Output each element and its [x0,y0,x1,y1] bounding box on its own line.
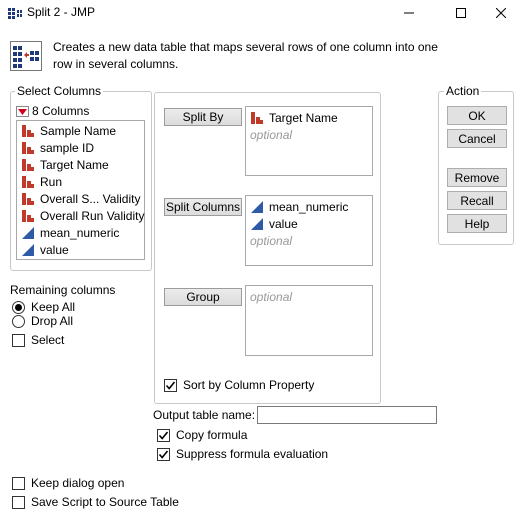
list-item[interactable]: Overall Run Validity [21,207,144,224]
radio-unselected[interactable] [12,314,25,328]
select-label: Select [31,333,65,347]
dialog-description: Creates a new data table that maps sever… [53,40,438,71]
role-item: Target Name [269,110,338,125]
role-item: mean_numeric [269,199,349,214]
split-columns-listbox[interactable]: mean_numeric value optional [245,195,373,266]
select-columns-legend: Select Columns [15,84,104,98]
keep-dialog-open-row[interactable]: Keep dialog open [12,476,124,490]
checkmark-icon [165,380,176,390]
list-item[interactable]: Sample Name [21,122,116,139]
select-checkbox[interactable] [12,333,25,347]
columns-count-toggle[interactable]: 8 Columns [16,104,89,118]
save-script-checkbox[interactable] [12,495,25,509]
keep-dialog-open-label: Keep dialog open [31,476,125,490]
list-item[interactable]: mean_numeric [21,224,119,241]
columns-listbox[interactable]: Sample Name sample ID Target Name Run Ov… [16,120,145,260]
column-name: Run [40,174,63,189]
jmp-split-icon [7,6,23,20]
recall-button[interactable]: Recall [447,191,507,210]
list-item[interactable]: value [250,215,298,232]
list-item[interactable]: Overall S... Validity [21,190,140,207]
column-name: Sample Name [40,123,117,138]
copy-formula-row[interactable]: Copy formula [157,428,247,442]
save-script-row[interactable]: Save Script to Source Table [12,495,179,509]
checkmark-icon [158,449,169,459]
save-script-label: Save Script to Source Table [31,495,179,509]
keep-all-label: Keep All [31,300,76,314]
nominal-column-icon [22,176,34,188]
nominal-column-icon [22,193,34,205]
drop-all-radio[interactable]: Drop All [12,314,73,328]
drop-all-label: Drop All [31,314,74,328]
close-icon [496,8,506,18]
radio-selected[interactable] [12,300,25,314]
column-name: value [40,242,69,257]
nominal-column-icon [22,159,34,171]
nominal-column-icon [22,142,34,154]
continuous-column-icon [251,201,263,213]
list-item[interactable]: Target Name [250,109,338,126]
close-button[interactable] [482,0,520,26]
keep-dialog-open-checkbox[interactable] [12,476,25,490]
split-columns-button[interactable]: Split Columns [164,198,242,216]
suppress-formula-label: Suppress formula evaluation [176,447,329,461]
action-legend: Action [444,84,482,98]
minimize-icon [404,12,414,14]
list-item[interactable]: mean_numeric [250,198,348,215]
nominal-column-icon [251,112,263,124]
suppress-formula-row[interactable]: Suppress formula evaluation [157,447,328,461]
checkmark-icon [158,430,169,440]
nominal-column-icon [22,210,34,222]
split-by-listbox[interactable]: Target Name optional [245,106,373,176]
sort-by-column-property-label: Sort by Column Property [183,378,315,392]
group-placeholder: optional [250,289,293,304]
column-name: Overall Run Validity [40,208,145,223]
select-checkbox-row[interactable]: Select [12,333,64,347]
column-name: Target Name [40,157,109,172]
title-bar: Split 2 - JMP [0,0,520,26]
nominal-column-icon [22,125,34,137]
list-item[interactable]: Target Name [21,156,109,173]
window-title: Split 2 - JMP [27,5,96,19]
role-item: value [269,216,298,231]
maximize-button[interactable] [438,0,484,26]
list-item[interactable]: value [21,241,69,258]
group-listbox[interactable]: optional [245,285,373,356]
column-name: sample ID [40,140,95,155]
remove-button[interactable]: Remove [447,168,507,187]
cancel-button[interactable]: Cancel [447,129,507,148]
column-name: mean_numeric [40,225,120,240]
minimize-button[interactable] [386,0,432,26]
copy-formula-checkbox[interactable] [157,428,170,442]
remaining-columns-label: Remaining columns [10,283,116,297]
continuous-column-icon [251,218,263,230]
sort-by-column-property-checkbox[interactable] [164,378,177,392]
sort-by-column-property-row[interactable]: Sort by Column Property [164,378,314,392]
list-item[interactable]: Run [21,173,62,190]
suppress-formula-checkbox[interactable] [157,447,170,461]
columns-count-label: 8 Columns [32,104,90,118]
keep-all-radio[interactable]: Keep All [12,300,75,314]
split-columns-placeholder: optional [250,233,293,248]
split-table-icon [10,41,42,71]
ok-button[interactable]: OK [447,106,507,125]
column-name: Overall S... Validity [40,191,141,206]
group-button[interactable]: Group [164,288,242,306]
output-table-name-input[interactable] [257,406,437,424]
red-triangle-icon[interactable] [16,105,29,117]
output-table-name-label: Output table name: [153,408,256,422]
continuous-column-icon [22,227,34,239]
split-by-button[interactable]: Split By [164,108,242,126]
maximize-icon [456,8,466,18]
split-by-placeholder: optional [250,127,293,142]
copy-formula-label: Copy formula [176,428,248,442]
continuous-column-icon [22,244,34,256]
help-button[interactable]: Help [447,214,507,233]
list-item[interactable]: sample ID [21,139,94,156]
